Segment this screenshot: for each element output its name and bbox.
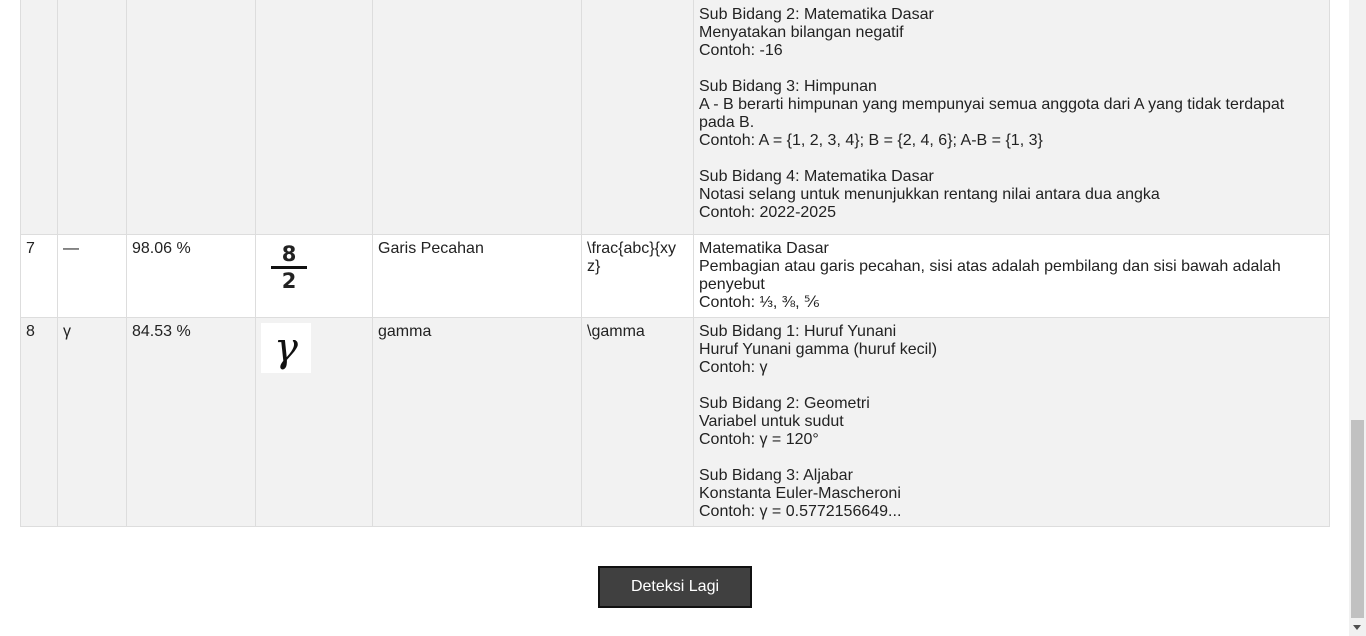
sub-field-meaning: Pembagian atau garis pecahan, sisi atas … bbox=[699, 258, 1281, 293]
sub-field-example: Contoh: 2022-2025 bbox=[699, 204, 836, 221]
row-number-cell bbox=[20, 0, 58, 235]
gamma-symbol-image: γ bbox=[261, 323, 311, 373]
sub-field-example: Contoh: γ = 120° bbox=[699, 431, 819, 448]
confidence-cell: 84.53 % bbox=[126, 317, 256, 527]
sub-field-meaning: A - B berarti himpunan yang mempunyai se… bbox=[699, 96, 1285, 131]
sub-field-meaning: Variabel untuk sudut bbox=[699, 413, 844, 430]
symbol-cell: — bbox=[57, 234, 127, 318]
latex-code: \frac{abc}{xyz} bbox=[587, 240, 676, 275]
symbol-name-cell: gamma bbox=[372, 317, 582, 527]
description-block: Sub Bidang 1: Huruf Yunani Huruf Yunani … bbox=[699, 323, 1324, 377]
symbol-image-cell: γ bbox=[255, 317, 373, 527]
symbol-image-cell bbox=[255, 0, 373, 235]
scroll-down-arrow-icon[interactable] bbox=[1349, 620, 1366, 636]
row-number-cell: 7 bbox=[20, 234, 58, 318]
sub-field-title: Sub Bidang 2: Geometri bbox=[699, 395, 870, 412]
description-block: Sub Bidang 4: Matematika Dasar Notasi se… bbox=[699, 168, 1324, 222]
scrollbar-thumb[interactable] bbox=[1351, 420, 1364, 618]
row-number-cell: 8 bbox=[20, 317, 58, 527]
sub-field-title: Sub Bidang 3: Himpunan bbox=[699, 78, 877, 95]
confidence-cell: 98.06 % bbox=[126, 234, 256, 318]
description-block: Sub Bidang 3: Aljabar Konstanta Euler-Ma… bbox=[699, 467, 1324, 521]
latex-cell bbox=[581, 0, 694, 235]
description-block: Matematika Dasar Pembagian atau garis pe… bbox=[699, 240, 1324, 312]
sub-field-title: Sub Bidang 2: Matematika Dasar bbox=[699, 6, 934, 23]
symbol-cell bbox=[57, 0, 127, 235]
description-cell: Sub Bidang 1: Huruf Yunani Huruf Yunani … bbox=[693, 317, 1330, 527]
table-row: 7 — 98.06 % 8 2 Garis Pecahan \frac{abc}… bbox=[20, 234, 1330, 318]
symbol-image-cell: 8 2 bbox=[255, 234, 373, 318]
fraction-numerator: 8 bbox=[281, 242, 297, 266]
description-block: Sub Bidang 2: Geometri Variabel untuk su… bbox=[699, 395, 1324, 449]
description-cell: Matematika Dasar Pembagian atau garis pe… bbox=[693, 234, 1330, 318]
sub-field-example: Contoh: -16 bbox=[699, 42, 783, 59]
latex-cell: \gamma bbox=[581, 317, 694, 527]
table-row: Sub Bidang 2: Matematika Dasar Menyataka… bbox=[20, 0, 1330, 235]
fraction-symbol-image: 8 2 bbox=[269, 242, 309, 293]
sub-field-meaning: Notasi selang untuk menunjukkan rentang … bbox=[699, 186, 1160, 203]
symbol-cell: γ bbox=[57, 317, 127, 527]
vertical-scrollbar[interactable] bbox=[1349, 0, 1366, 636]
fraction-denominator: 2 bbox=[281, 269, 297, 293]
sub-field-example: Contoh: A = {1, 2, 3, 4}; B = {2, 4, 6};… bbox=[699, 132, 1043, 149]
page-viewport: Sub Bidang 2: Matematika Dasar Menyataka… bbox=[0, 0, 1349, 636]
sub-field-title: Sub Bidang 3: Aljabar bbox=[699, 467, 853, 484]
sub-field-title: Sub Bidang 4: Matematika Dasar bbox=[699, 168, 934, 185]
description-block: Sub Bidang 3: Himpunan A - B berarti him… bbox=[699, 78, 1324, 150]
sub-field-meaning: Menyatakan bilangan negatif bbox=[699, 24, 904, 41]
latex-cell: \frac{abc}{xyz} bbox=[581, 234, 694, 318]
sub-field-example: Contoh: ⅓, ⅜, ⅚ bbox=[699, 294, 820, 311]
sub-field-meaning: Konstanta Euler-Mascheroni bbox=[699, 485, 901, 502]
detect-again-button[interactable]: Deteksi Lagi bbox=[598, 566, 752, 608]
sub-field-meaning: Huruf Yunani gamma (huruf kecil) bbox=[699, 341, 938, 358]
detection-results-table: Sub Bidang 2: Matematika Dasar Menyataka… bbox=[20, 0, 1330, 527]
symbol-name-cell: Garis Pecahan bbox=[372, 234, 582, 318]
description-block: Sub Bidang 2: Matematika Dasar Menyataka… bbox=[699, 6, 1324, 60]
description-cell: Sub Bidang 2: Matematika Dasar Menyataka… bbox=[693, 0, 1330, 235]
sub-field-title: Matematika Dasar bbox=[699, 240, 829, 257]
table-row: 8 γ 84.53 % γ gamma \gamma Sub Bidang 1:… bbox=[20, 317, 1330, 527]
confidence-cell bbox=[126, 0, 256, 235]
sub-field-example: Contoh: γ bbox=[699, 359, 768, 376]
symbol-name-cell bbox=[372, 0, 582, 235]
sub-field-title: Sub Bidang 1: Huruf Yunani bbox=[699, 323, 897, 340]
sub-field-example: Contoh: γ = 0.5772156649... bbox=[699, 503, 902, 520]
